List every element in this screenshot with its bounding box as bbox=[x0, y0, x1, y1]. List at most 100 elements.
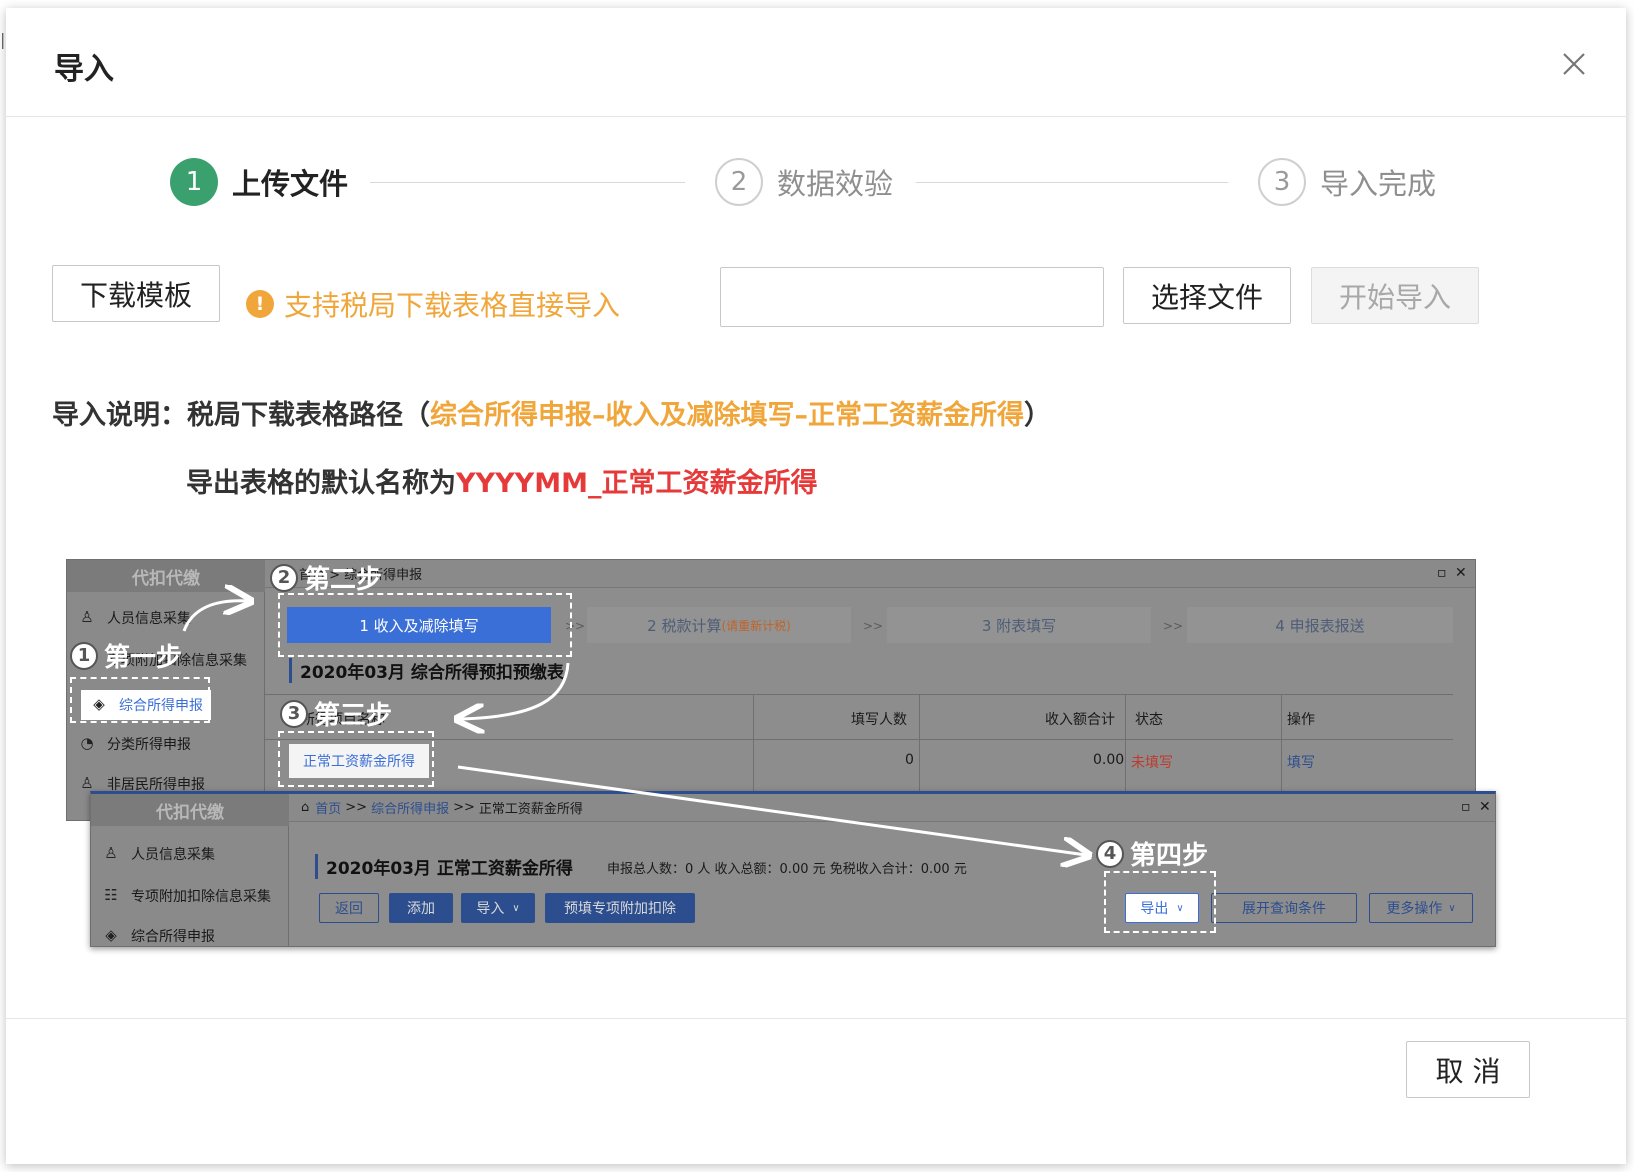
tab-submit: 4 申报表报送 bbox=[1187, 607, 1453, 643]
step-number: 1 bbox=[170, 158, 218, 206]
start-import-button[interactable]: 开始导入 bbox=[1311, 267, 1479, 324]
user-icon: ♙ bbox=[80, 608, 94, 626]
column-header: 填写人数 bbox=[851, 712, 907, 728]
step-number: 3 bbox=[1258, 158, 1306, 206]
button-label: 导入 bbox=[476, 901, 505, 917]
breadcrumb-separator: >> bbox=[453, 800, 475, 815]
cancel-button[interactable]: 取 消 bbox=[1406, 1041, 1530, 1098]
step-indicator: 1 上传文件 2 数据效验 3 导入完成 bbox=[6, 156, 1626, 216]
export-name-instructions: 导出表格的默认名称为YYYYMM_正常工资薪金所得 bbox=[186, 461, 817, 500]
pie-chart-icon: ◔ bbox=[80, 734, 94, 752]
annotation-label: 第四步 bbox=[1130, 841, 1209, 871]
more-actions-button: 更多操作 ∨ bbox=[1369, 893, 1473, 923]
sidebar-item: ♙ 人员信息采集 bbox=[77, 608, 191, 628]
warning-icon: ! bbox=[246, 290, 274, 318]
tab-label: 2 税款计算 bbox=[647, 616, 722, 635]
prefill-deduction-button: 预填专项附加扣除 bbox=[545, 893, 695, 923]
summary-text: 申报总人数：0 人 收入总额：0.00 元 免税收入合计：0.00 元 bbox=[607, 862, 967, 877]
close-button[interactable] bbox=[1554, 44, 1594, 84]
home-icon: ⌂ bbox=[301, 800, 310, 815]
import-tip: ! 支持税局下载表格直接导入 bbox=[246, 284, 620, 324]
close-icon bbox=[1563, 53, 1585, 75]
column-divider bbox=[1125, 694, 1126, 794]
step-upload: 1 上传文件 bbox=[170, 156, 348, 208]
column-header: 状态 bbox=[1135, 712, 1163, 728]
income-table-header: 所得项目名称 填写人数 收入额合计 状态 操作 bbox=[265, 694, 1453, 740]
tab-tax-calc: 2 税款计算 (请重新计税) bbox=[587, 607, 851, 643]
sidebar-item-label: 综合所得申报 bbox=[131, 929, 215, 945]
column-divider bbox=[919, 694, 920, 794]
sidebar-item-label: 人员信息采集 bbox=[131, 847, 215, 863]
row-income: 0.00 bbox=[1093, 752, 1125, 768]
step-label: 数据效验 bbox=[777, 167, 894, 201]
import-instructions: 导入说明：税局下载表格路径（综合所得申报–收入及减除填写–正常工资薪金所得） bbox=[52, 393, 1051, 432]
step-complete: 3 导入完成 bbox=[1258, 156, 1436, 208]
breadcrumb-current: 正常工资薪金所得 bbox=[478, 802, 583, 817]
sidebar-item-label: 分类所得申报 bbox=[107, 737, 191, 753]
app-breadcrumb: ⌂ 首页 >> 综合所得申报 >> 正常工资薪金所得 bbox=[289, 794, 1495, 822]
step-number: 2 bbox=[715, 158, 763, 206]
annotation-number: 2 bbox=[270, 563, 298, 592]
button-label: 更多操作 bbox=[1386, 901, 1443, 917]
download-template-button[interactable]: 下载模板 bbox=[52, 265, 220, 322]
tax-app-window-2: 代扣代缴 ♙ 人员信息采集 ☷ 专项附加扣除信息采集 ◈ 综合所得申报 ⌂ 首页 >>… bbox=[90, 791, 1496, 947]
choose-file-button[interactable]: 选择文件 bbox=[1123, 267, 1291, 324]
sidebar-title: 代扣代缴 bbox=[67, 560, 265, 592]
layers-icon: ◈ bbox=[105, 926, 117, 944]
tip-text: 支持税局下载表格直接导入 bbox=[284, 289, 621, 322]
chevron-down-icon: ∨ bbox=[512, 902, 520, 914]
annotation-number: 3 bbox=[280, 699, 308, 728]
dialog-footer: 取 消 bbox=[6, 1018, 1626, 1164]
file-path-input[interactable] bbox=[720, 267, 1104, 327]
restore-icon: ▫ bbox=[1461, 799, 1471, 815]
column-divider bbox=[1281, 694, 1282, 794]
instructions-prefix: 导入说明：税局下载表格路径（ bbox=[52, 400, 430, 431]
sidebar-item: ☷ 专项附加扣除信息采集 bbox=[101, 886, 271, 906]
tab-separator: >> bbox=[863, 619, 884, 633]
user-icon: ♙ bbox=[104, 844, 118, 862]
row-count: 0 bbox=[905, 752, 914, 768]
sidebar-item: ◈ 综合所得申报 bbox=[101, 926, 215, 946]
import-button: 导入 ∨ bbox=[461, 893, 535, 923]
close-icon: ✕ bbox=[1455, 565, 1467, 581]
instructions-path: 综合所得申报–收入及减除填写–正常工资薪金所得 bbox=[430, 400, 1024, 431]
export-name-prefix: 导出表格的默认名称为 bbox=[186, 468, 456, 499]
sidebar-item: ♙ 人员信息采集 bbox=[101, 844, 215, 864]
tab-attachments: 3 附表填写 bbox=[887, 607, 1151, 643]
sidebar-item-label: 专项附加扣除信息采集 bbox=[131, 889, 271, 905]
highlight-step3 bbox=[278, 731, 434, 787]
dialog-header: 导入 bbox=[6, 8, 1626, 117]
step-label: 导入完成 bbox=[1320, 167, 1437, 201]
row-action: 填写 bbox=[1287, 755, 1315, 771]
highlight-step4 bbox=[1104, 871, 1216, 933]
sidebar-item-label: 人员信息采集 bbox=[107, 611, 191, 627]
annotation-step3: 3 第三步 bbox=[280, 695, 392, 732]
breadcrumb-mid: 综合所得申报 bbox=[371, 802, 450, 817]
sidebar-title: 代扣代缴 bbox=[91, 794, 289, 826]
annotation-number: 1 bbox=[70, 641, 98, 670]
annotation-step1: 1 第一步 bbox=[70, 637, 182, 674]
annotation-step2: 2 第二步 bbox=[270, 559, 382, 596]
step-connector bbox=[916, 182, 1228, 183]
instructions-suffix: ） bbox=[1024, 400, 1051, 431]
annotation-label: 第三步 bbox=[314, 701, 393, 731]
page-heading: 2020年03月 正常工资薪金所得 bbox=[315, 854, 573, 879]
guide-illustration: 代扣代缴 ♙ 人员信息采集 ☷ 专项附加扣除信息采集 ◈ 综合所得申报 ◔ 分类所得申报… bbox=[66, 559, 1496, 951]
column-divider bbox=[753, 694, 754, 794]
tab-note: (请重新计税) bbox=[721, 618, 791, 633]
restore-icon: ▫ bbox=[1437, 565, 1447, 581]
back-button: 返回 bbox=[319, 893, 379, 923]
step-validate: 2 数据效验 bbox=[715, 156, 893, 208]
step-connector bbox=[370, 182, 685, 183]
highlight-step1 bbox=[70, 677, 210, 723]
app-breadcrumb: 首页 > 综合所得申报 bbox=[265, 560, 1475, 588]
list-icon: ☷ bbox=[104, 886, 118, 904]
annotation-label: 第一步 bbox=[104, 643, 183, 673]
add-button: 添加 bbox=[389, 893, 453, 923]
highlight-step2 bbox=[278, 593, 572, 657]
dialog-title: 导入 bbox=[54, 52, 114, 87]
row-status: 未填写 bbox=[1131, 755, 1173, 771]
step-label: 上传文件 bbox=[232, 167, 349, 201]
app-sidebar: 代扣代缴 ♙ 人员信息采集 ☷ 专项附加扣除信息采集 ◈ 综合所得申报 bbox=[91, 794, 289, 946]
annotation-step4: 4 第四步 bbox=[1096, 835, 1208, 872]
